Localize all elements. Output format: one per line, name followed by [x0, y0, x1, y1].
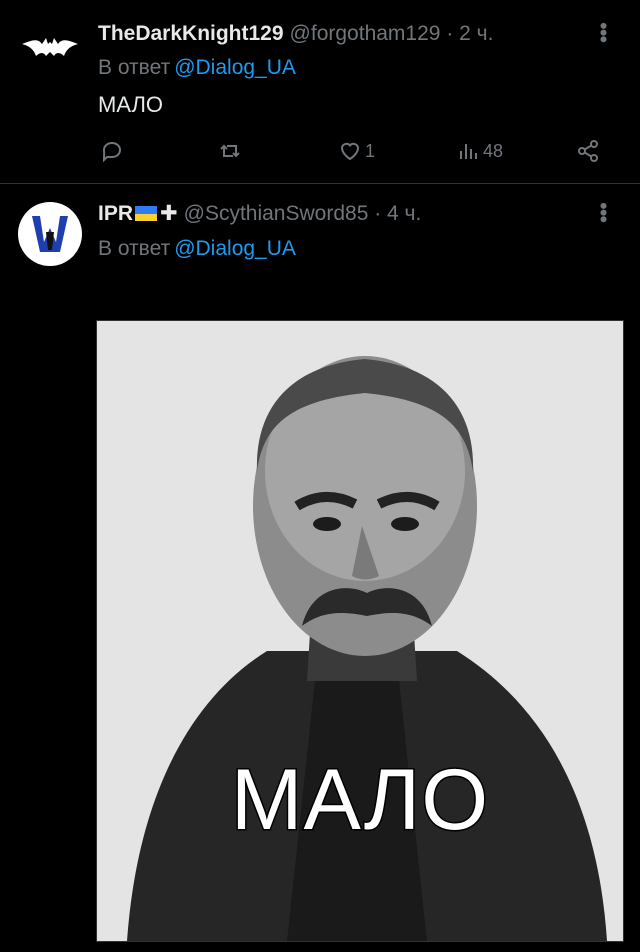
- more-options-icon[interactable]: •••: [590, 202, 616, 222]
- meme-caption: МАЛО: [229, 751, 490, 850]
- like-button[interactable]: 1: [338, 136, 375, 166]
- timestamp[interactable]: · 2 ч.: [446, 22, 493, 45]
- ukraine-flag-icon: [135, 206, 158, 221]
- retweet-button[interactable]: [218, 136, 245, 166]
- user-handle[interactable]: @forgotham129: [290, 22, 441, 45]
- avatar[interactable]: [18, 14, 82, 78]
- avatar[interactable]: [18, 202, 82, 266]
- reply-icon: [102, 141, 122, 163]
- display-name[interactable]: IPR: [98, 202, 133, 225]
- trident-emblem-icon: [20, 204, 80, 264]
- cross-icon: ✚: [160, 202, 178, 225]
- tweet-text: МАЛО: [98, 92, 164, 117]
- views-button[interactable]: 48: [456, 136, 503, 166]
- views-count: 48: [483, 140, 504, 161]
- tweet-media-image[interactable]: МАЛО: [96, 320, 624, 942]
- user-handle[interactable]: @ScythianSword85: [184, 202, 369, 225]
- tweet-header: TheDarkKnight129 @forgotham129 · 2 ч.: [98, 22, 493, 46]
- display-name[interactable]: TheDarkKnight129: [98, 22, 284, 45]
- reply-context: В ответ @Dialog_UA: [98, 56, 296, 80]
- heart-icon: [340, 142, 360, 161]
- share-button[interactable]: [576, 136, 600, 166]
- tweet-reply-2[interactable]: IPR ✚ @ScythianSword85 · 4 ч. ••• В ответ @…: [0, 184, 640, 952]
- more-options-icon[interactable]: •••: [590, 22, 616, 42]
- reply-mention-link[interactable]: @Dialog_UA: [174, 237, 296, 260]
- tweet-reply-1[interactable]: TheDarkKnight129 @forgotham129 · 2 ч. •••…: [0, 0, 640, 184]
- reply-mention-link[interactable]: @Dialog_UA: [174, 56, 296, 79]
- reply-button[interactable]: [100, 136, 127, 166]
- reply-prefix: В ответ: [98, 237, 171, 260]
- like-count: 1: [365, 140, 376, 161]
- timestamp[interactable]: · 4 ч.: [374, 202, 421, 225]
- reply-prefix: В ответ: [98, 56, 171, 79]
- retweet-icon: [220, 144, 240, 158]
- share-icon: [578, 140, 598, 162]
- views-chart-icon: [460, 144, 477, 159]
- reply-context: В ответ @Dialog_UA: [98, 237, 296, 261]
- tweet-actions: 1 48: [0, 136, 640, 166]
- bat-logo-icon: [22, 38, 78, 56]
- tweet-header: IPR ✚ @ScythianSword85 · 4 ч.: [98, 202, 421, 226]
